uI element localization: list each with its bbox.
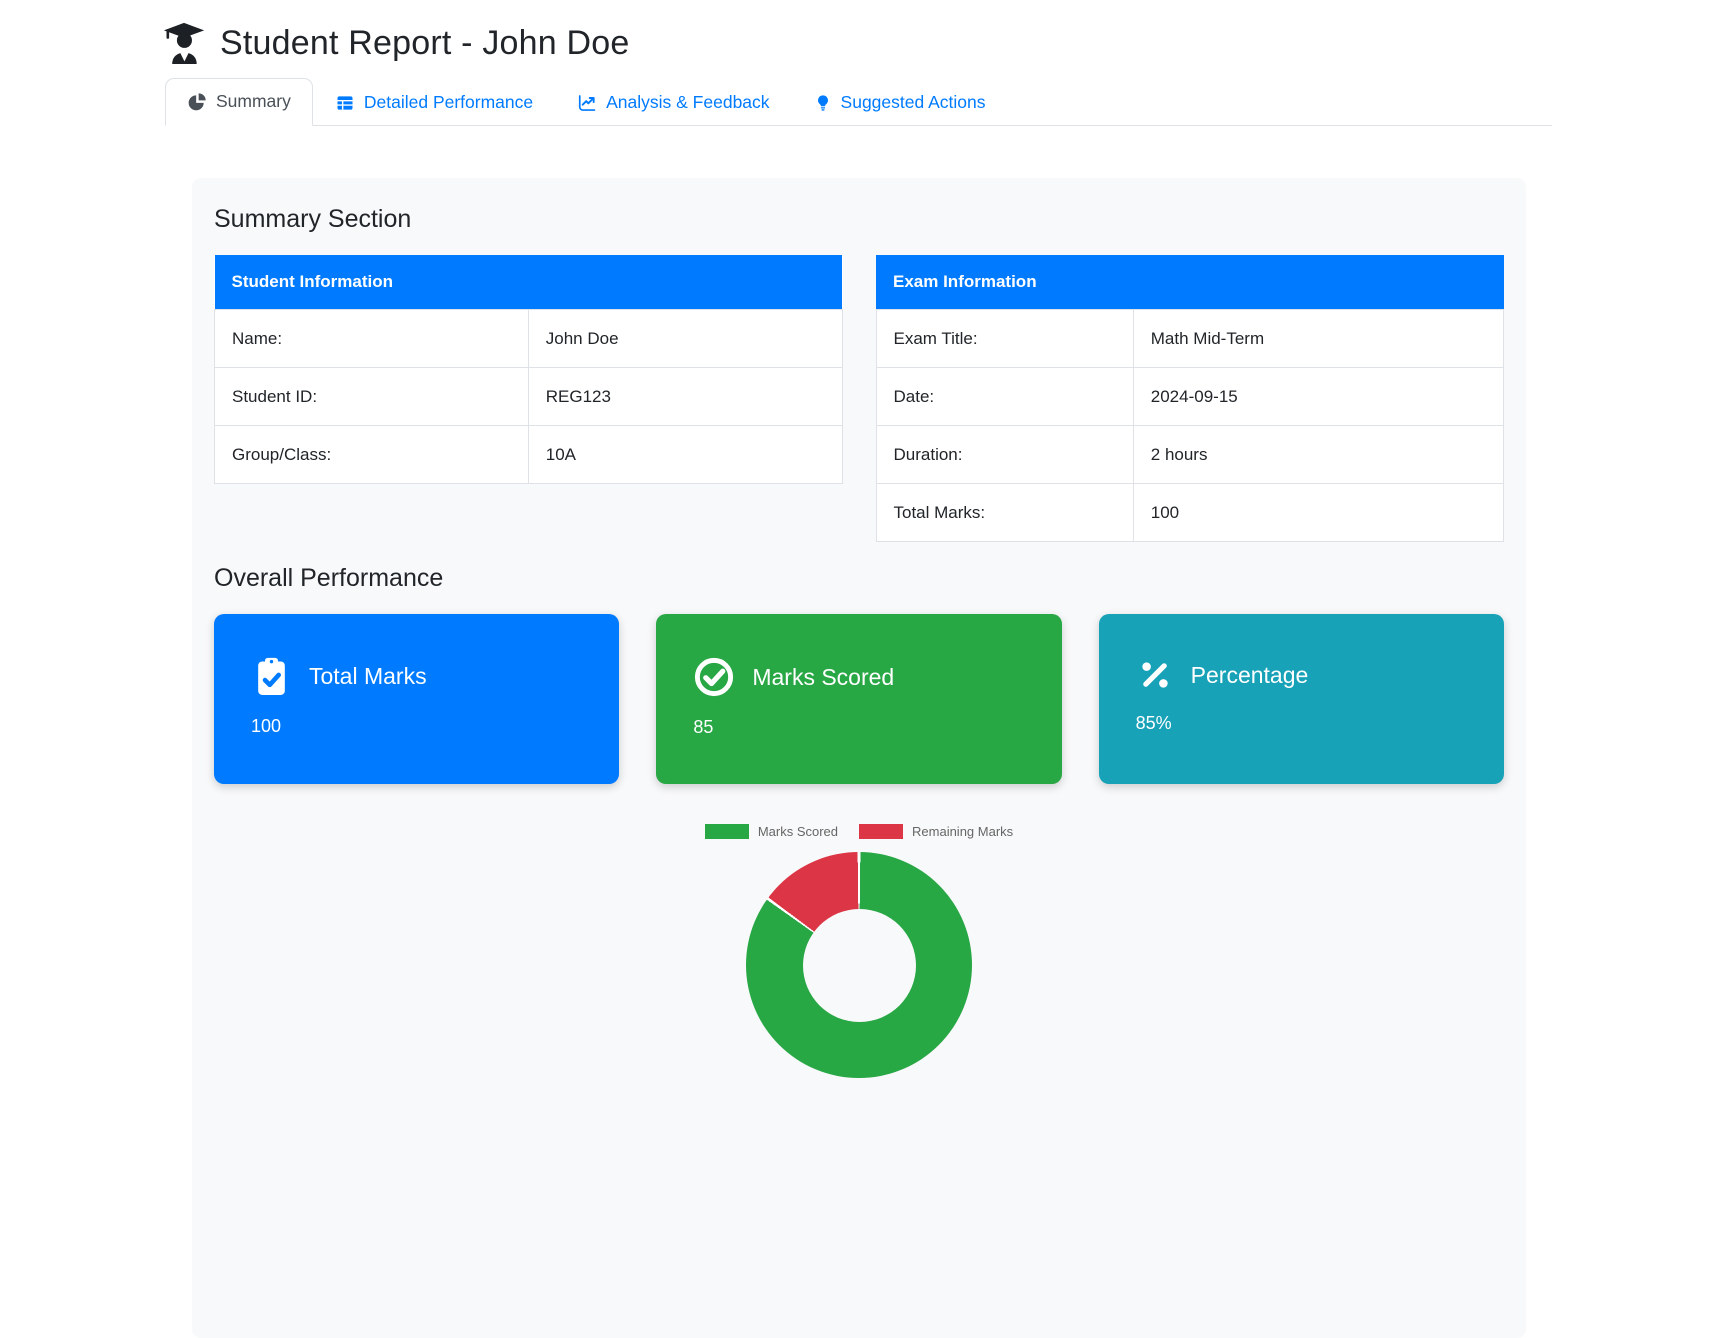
field-value: 100 bbox=[1133, 484, 1503, 542]
field-value: John Doe bbox=[528, 310, 842, 368]
legend-swatch-green bbox=[705, 824, 749, 839]
table-row: Student ID: REG123 bbox=[215, 368, 843, 426]
tab-label: Suggested Actions bbox=[841, 92, 986, 113]
field-label: Group/Class: bbox=[215, 426, 529, 484]
field-label: Total Marks: bbox=[876, 484, 1133, 542]
legend-label: Marks Scored bbox=[758, 824, 838, 839]
field-value: Math Mid-Term bbox=[1133, 310, 1503, 368]
student-info-table: Student Information Name: John Doe Stude… bbox=[214, 255, 843, 484]
overall-performance-heading: Overall Performance bbox=[214, 564, 1504, 593]
chart-line-icon bbox=[577, 93, 597, 113]
stat-card-label: Percentage bbox=[1191, 662, 1309, 689]
check-circle-icon bbox=[693, 656, 735, 698]
exam-info-header: Exam Information bbox=[876, 255, 1504, 310]
field-label: Student ID: bbox=[215, 368, 529, 426]
field-label: Exam Title: bbox=[876, 310, 1133, 368]
chart-legend: Marks Scored Remaining Marks bbox=[705, 824, 1013, 839]
stat-card-label: Marks Scored bbox=[752, 664, 894, 691]
table-row: Group/Class: 10A bbox=[215, 426, 843, 484]
legend-item-remaining-marks[interactable]: Remaining Marks bbox=[859, 824, 1013, 839]
field-value: 2024-09-15 bbox=[1133, 368, 1503, 426]
total-marks-card: Total Marks 100 bbox=[214, 614, 619, 784]
donut-chart[interactable] bbox=[746, 852, 972, 1078]
legend-swatch-red bbox=[859, 824, 903, 839]
field-value: 10A bbox=[528, 426, 842, 484]
student-info-header: Student Information bbox=[215, 255, 843, 310]
user-graduate-icon bbox=[163, 22, 205, 64]
exam-info-table: Exam Information Exam Title: Math Mid-Te… bbox=[876, 255, 1505, 542]
percentage-card: Percentage 85% bbox=[1099, 614, 1504, 784]
legend-item-marks-scored[interactable]: Marks Scored bbox=[705, 824, 838, 839]
marks-scored-card: Marks Scored 85 bbox=[656, 614, 1061, 784]
tab-analysis-feedback[interactable]: Analysis & Feedback bbox=[555, 79, 791, 126]
field-label: Name: bbox=[215, 310, 529, 368]
stat-card-label: Total Marks bbox=[309, 663, 427, 690]
summary-section-heading: Summary Section bbox=[214, 205, 1504, 234]
lightbulb-icon bbox=[814, 93, 832, 113]
tab-bar: Summary Detailed Performance Analysis & … bbox=[165, 78, 1552, 126]
stat-card-value: 85 bbox=[693, 717, 1041, 738]
tab-suggested-actions[interactable]: Suggested Actions bbox=[792, 79, 1008, 126]
field-value: 2 hours bbox=[1133, 426, 1503, 484]
table-list-icon bbox=[335, 93, 355, 113]
tab-summary[interactable]: Summary bbox=[165, 78, 313, 126]
percent-icon bbox=[1136, 656, 1174, 694]
summary-panel: Summary Section Student Information Name… bbox=[192, 178, 1526, 1338]
info-tables-row: Student Information Name: John Doe Stude… bbox=[214, 255, 1504, 542]
table-row: Date: 2024-09-15 bbox=[876, 368, 1504, 426]
student-report-page: Student Report - John Doe Summary Detail… bbox=[0, 22, 1712, 1338]
page-title: Student Report - John Doe bbox=[220, 24, 629, 63]
field-value: REG123 bbox=[528, 368, 842, 426]
table-row: Exam Title: Math Mid-Term bbox=[876, 310, 1504, 368]
tab-detailed-performance[interactable]: Detailed Performance bbox=[313, 79, 555, 126]
stat-cards-row: Total Marks 100 Marks Scored 85 bbox=[214, 614, 1504, 784]
stat-card-value: 100 bbox=[251, 716, 599, 737]
tab-label: Analysis & Feedback bbox=[606, 92, 769, 113]
table-row: Total Marks: 100 bbox=[876, 484, 1504, 542]
field-label: Duration: bbox=[876, 426, 1133, 484]
tab-label: Detailed Performance bbox=[364, 92, 533, 113]
clipboard-check-icon bbox=[251, 656, 292, 697]
table-row: Name: John Doe bbox=[215, 310, 843, 368]
marks-chart-area: Marks Scored Remaining Marks bbox=[214, 824, 1504, 1078]
chart-pie-icon bbox=[187, 92, 207, 112]
table-row: Duration: 2 hours bbox=[876, 426, 1504, 484]
tab-label: Summary bbox=[216, 91, 291, 112]
stat-card-value: 85% bbox=[1136, 713, 1484, 734]
legend-label: Remaining Marks bbox=[912, 824, 1013, 839]
field-label: Date: bbox=[876, 368, 1133, 426]
page-header: Student Report - John Doe bbox=[163, 22, 1712, 64]
